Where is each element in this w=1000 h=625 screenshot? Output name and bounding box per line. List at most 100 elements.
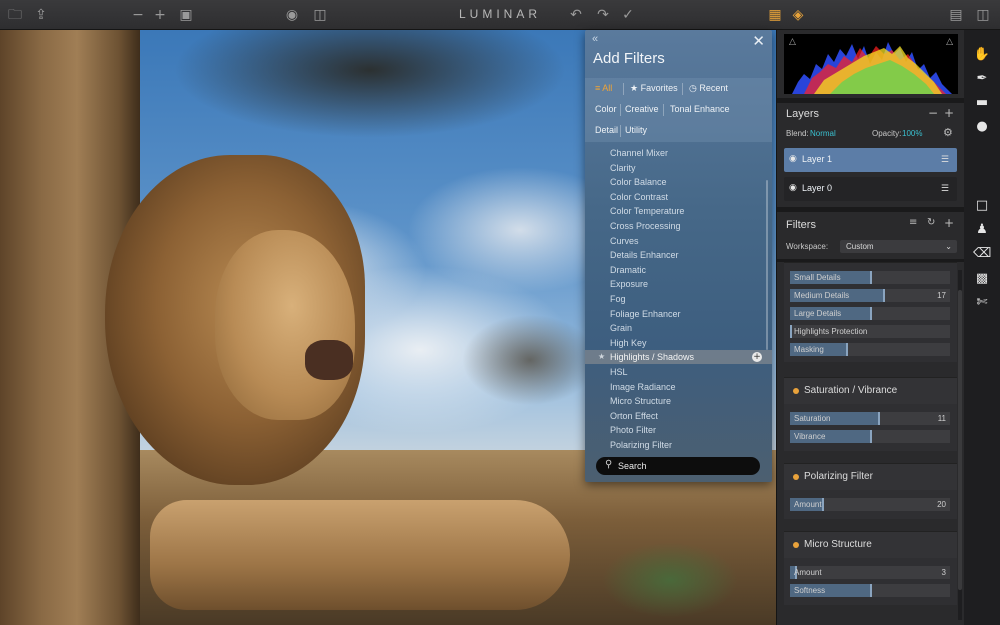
filter-list-item[interactable]: Photo Filter xyxy=(585,423,772,437)
filter-list-item[interactable]: Details Enhancer xyxy=(585,248,772,262)
compare-icon[interactable]: ◫ xyxy=(311,6,329,24)
slider-handle[interactable] xyxy=(822,498,824,511)
filter-block-header[interactable]: Micro Structure xyxy=(784,532,957,558)
opacity-value[interactable]: 100% xyxy=(902,129,922,138)
gear-icon[interactable]: ⚙ xyxy=(943,126,953,139)
filter-slider[interactable]: Softness xyxy=(790,584,950,597)
slider-handle[interactable] xyxy=(870,430,872,443)
filter-list-item[interactable]: Polarizing Filter xyxy=(585,438,772,452)
remove-layer-button[interactable]: − xyxy=(928,106,938,120)
filter-list-item[interactable]: Channel Mixer xyxy=(585,146,772,160)
search-input[interactable] xyxy=(618,459,748,473)
cut-icon[interactable]: ✄ xyxy=(973,294,991,312)
filter-slider[interactable]: Masking xyxy=(790,343,950,356)
share-icon[interactable]: ⇪ xyxy=(32,6,50,24)
filter-list-item[interactable]: Image Radiance xyxy=(585,380,772,394)
layer-row-0[interactable]: ◉ Layer 0 ☰ xyxy=(784,177,957,201)
add-layer-button[interactable]: + xyxy=(944,106,954,120)
panel-scrollbar[interactable] xyxy=(958,270,962,620)
slider-handle[interactable] xyxy=(790,325,792,338)
layout-icon[interactable]: ▤ xyxy=(947,6,965,24)
history-icon[interactable]: ✓ xyxy=(619,6,637,24)
filter-slider[interactable]: Highlights Protection xyxy=(790,325,950,338)
filter-list-item[interactable]: Foliage Enhancer xyxy=(585,307,772,321)
filter-slider[interactable]: Vibrance xyxy=(790,430,950,443)
tab-all[interactable]: ≡ All xyxy=(595,83,612,93)
filter-list-item[interactable]: Dramatic xyxy=(585,263,772,277)
refresh-icon[interactable]: ↻ xyxy=(927,217,935,228)
filter-list-item[interactable]: ★ Highlights / Shadows + xyxy=(585,350,772,365)
filter-list-item[interactable]: Color Balance xyxy=(585,175,772,189)
filter-enabled-dot-icon[interactable] xyxy=(793,474,799,480)
clone-stamp-icon[interactable]: ♟ xyxy=(973,221,991,239)
crop-icon[interactable]: □ xyxy=(973,197,991,215)
filter-list-item[interactable]: Fog xyxy=(585,292,772,306)
filter-list-item[interactable]: Micro Structure xyxy=(585,394,772,408)
gradient-icon[interactable]: ▬ xyxy=(973,94,991,112)
filter-slider[interactable]: Amount 3 xyxy=(790,566,950,579)
popover-scrollbar[interactable] xyxy=(766,180,768,350)
filter-slider[interactable]: Saturation 11 xyxy=(790,412,950,425)
favorite-star-icon[interactable]: ★ xyxy=(598,350,605,364)
category-detail[interactable]: Detail xyxy=(595,125,618,135)
add-filter-plus-icon[interactable]: + xyxy=(752,352,762,363)
tab-favorites[interactable]: ★ Favorites xyxy=(630,83,678,94)
filter-slider[interactable]: Amount 20 xyxy=(790,498,950,511)
blend-mode-value[interactable]: Normal xyxy=(810,129,836,138)
radial-icon[interactable]: ● xyxy=(973,118,991,136)
panel-scrollbar-thumb[interactable] xyxy=(958,290,962,590)
filter-enabled-dot-icon[interactable] xyxy=(793,388,799,394)
zoom-in-icon[interactable]: + xyxy=(151,6,169,24)
hand-icon[interactable]: ✋ xyxy=(973,46,991,64)
category-creative[interactable]: Creative xyxy=(625,104,659,114)
layer-row-1[interactable]: ◉ Layer 1 ☰ xyxy=(784,148,957,172)
brush-icon[interactable]: ✒ xyxy=(973,70,991,88)
category-utility[interactable]: Utility xyxy=(625,125,647,135)
folder-icon[interactable]: 🗀 xyxy=(6,6,24,24)
filter-list-item[interactable]: Cross Processing xyxy=(585,219,772,233)
search-box[interactable]: ⚲ xyxy=(596,457,760,475)
filter-block-header[interactable]: Polarizing Filter xyxy=(784,464,957,490)
add-filter-button[interactable]: + xyxy=(944,216,954,230)
category-color[interactable]: Color xyxy=(595,104,617,114)
redo-icon[interactable]: ↷ xyxy=(594,6,612,24)
tab-recent[interactable]: ◷ Recent xyxy=(689,83,728,94)
filter-slider[interactable]: Medium Details 17 xyxy=(790,289,950,302)
workspace-select[interactable]: Custom ⌄ xyxy=(840,240,957,253)
highlight-clipping-icon[interactable]: △ xyxy=(946,37,953,47)
image-icon[interactable]: ▦ xyxy=(766,6,784,24)
filter-enabled-dot-icon[interactable] xyxy=(793,542,799,548)
eye-icon[interactable]: ◉ xyxy=(789,154,797,164)
eye-icon[interactable]: ◉ xyxy=(789,183,797,193)
slider-handle[interactable] xyxy=(878,412,880,425)
filter-list-item[interactable]: Orton Effect xyxy=(585,409,772,423)
layers-icon[interactable]: ◈ xyxy=(789,6,807,24)
undo-icon[interactable]: ↶ xyxy=(567,6,585,24)
close-icon[interactable]: ✕ xyxy=(752,32,765,50)
layer-settings-icon[interactable]: ☰ xyxy=(941,155,949,165)
filter-slider[interactable]: Large Details xyxy=(790,307,950,320)
slider-handle[interactable] xyxy=(870,271,872,284)
slider-handle[interactable] xyxy=(870,307,872,320)
filter-list-item[interactable]: Color Temperature xyxy=(585,204,772,218)
filter-list-item[interactable]: Color Contrast xyxy=(585,190,772,204)
slider-handle[interactable] xyxy=(882,289,885,302)
eye-icon[interactable]: ◉ xyxy=(283,6,301,24)
filter-list-item[interactable]: Exposure xyxy=(585,277,772,291)
filter-block-header[interactable]: Saturation / Vibrance xyxy=(784,378,957,404)
filter-list-item[interactable]: Clarity xyxy=(585,161,772,175)
shadow-clipping-icon[interactable]: △ xyxy=(789,37,796,47)
slider-handle[interactable] xyxy=(870,584,872,597)
filter-list-item[interactable]: High Key xyxy=(585,336,772,350)
filter-list-item[interactable]: Grain xyxy=(585,321,772,335)
category-tonal-enhance[interactable]: Tonal Enhance xyxy=(670,104,730,114)
eraser-icon[interactable]: ⌫ xyxy=(973,245,991,263)
add-filter-list-icon[interactable]: ≡ xyxy=(909,217,917,228)
noise-icon[interactable]: ▩ xyxy=(973,270,991,288)
filter-slider[interactable]: Small Details xyxy=(790,271,950,284)
panel-icon[interactable]: ◫ xyxy=(974,6,992,24)
filter-list-item[interactable]: Curves xyxy=(585,234,772,248)
slider-handle[interactable] xyxy=(846,343,848,356)
collapse-icon[interactable]: « xyxy=(592,33,598,45)
fit-icon[interactable]: ▣ xyxy=(177,6,195,24)
